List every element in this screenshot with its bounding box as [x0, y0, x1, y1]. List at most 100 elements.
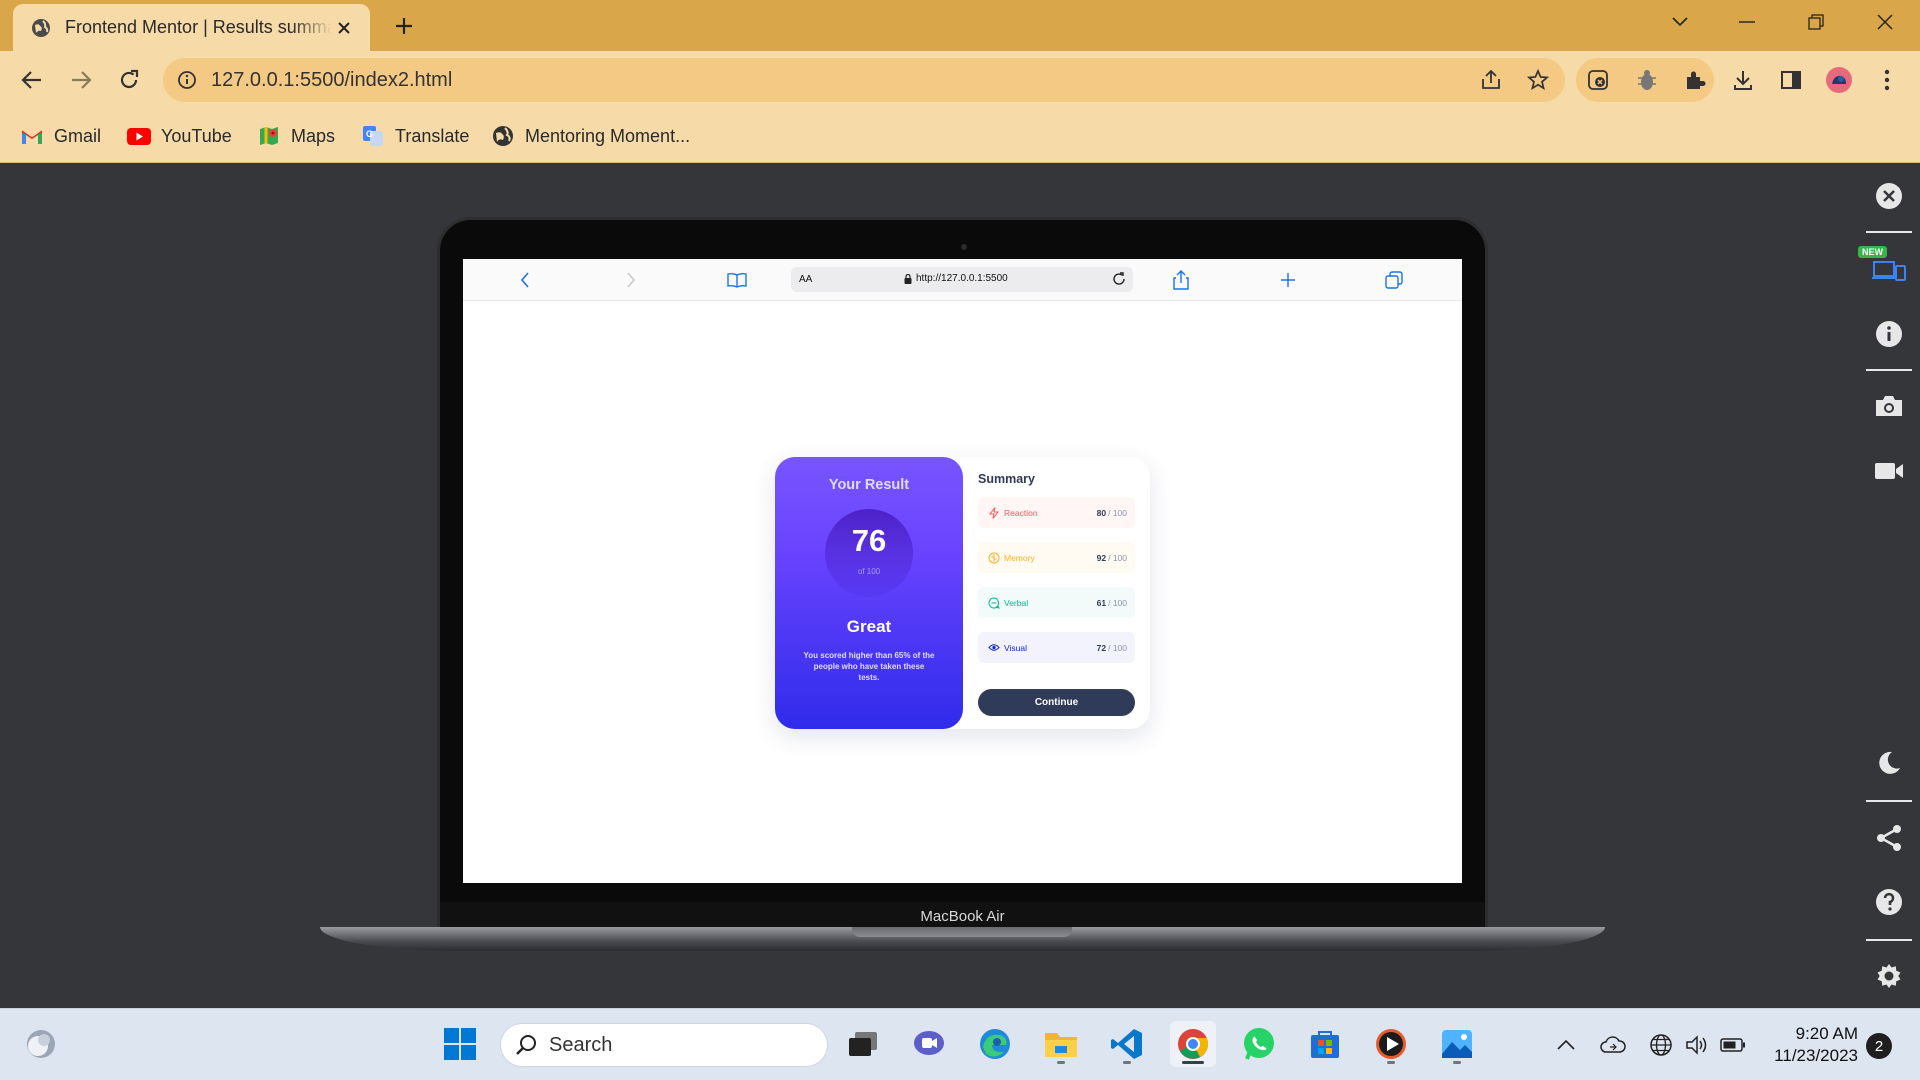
photos-icon[interactable] [1434, 1021, 1480, 1067]
bookmark-maps[interactable]: Maps [257, 123, 335, 149]
safari-forward-icon[interactable] [620, 269, 642, 291]
tab-search-chevron-icon[interactable] [1660, 8, 1700, 36]
taskbar-search[interactable]: Search [500, 1023, 828, 1067]
youtube-icon [127, 124, 151, 148]
verdict: Great [846, 617, 892, 636]
camera-icon[interactable] [1869, 386, 1909, 426]
reader-aa[interactable]: AA [799, 274, 812, 285]
result-panel: Your Result 76 of 100 Great You scored h… [775, 457, 963, 729]
file-explorer-icon[interactable] [1038, 1021, 1084, 1067]
edge-browser-icon[interactable] [972, 1021, 1018, 1067]
search-icon [516, 1035, 536, 1055]
tab-title: Frontend Mentor | Results summary compon… [65, 17, 332, 37]
downloads-icon[interactable] [1728, 65, 1758, 95]
taskbar: Search 9:20 AM 11/23/2023 2 [0, 1008, 1920, 1080]
device-label: MacBook Air [920, 907, 1005, 925]
bookmark-star-icon[interactable] [1523, 65, 1553, 95]
url-text: 127.0.0.1:5500/index2.html [211, 68, 453, 91]
browser-tab[interactable]: Frontend Mentor | Results summary compon… [13, 4, 370, 51]
score-of: of 100 [857, 567, 881, 576]
restore-button[interactable] [1796, 8, 1836, 36]
extension-blocker-icon[interactable] [1583, 65, 1613, 95]
bookmark-gmail[interactable]: Gmail [20, 123, 101, 149]
clock-date: 11/23/2023 [1774, 1046, 1858, 1065]
maps-icon [257, 124, 281, 148]
side-panel-icon[interactable] [1776, 65, 1806, 95]
close-viewer-icon[interactable] [1869, 176, 1909, 216]
info-icon[interactable] [1869, 314, 1909, 354]
translate-icon: G [361, 124, 385, 148]
media-player-icon[interactable] [1368, 1021, 1414, 1067]
windows-start-icon[interactable] [437, 1021, 483, 1067]
panel-divider [1866, 800, 1912, 802]
bookmark-mentoring[interactable]: Mentoring Moment... [491, 123, 690, 149]
new-tab-button[interactable] [390, 12, 418, 40]
devices-icon[interactable] [1869, 248, 1909, 288]
bookmark-label: Gmail [54, 125, 102, 146]
chrome-icon[interactable] [1170, 1021, 1216, 1067]
tab-strip: Frontend Mentor | Results summary compon… [0, 0, 1920, 51]
search-placeholder: Search [549, 1033, 613, 1056]
summary-value: 72 [1096, 642, 1107, 653]
summary-item-reaction: Reaction 80 / 100 [978, 497, 1135, 528]
minimize-button[interactable] [1727, 8, 1767, 36]
globe-icon [491, 124, 515, 148]
site-info-icon[interactable] [177, 70, 197, 90]
microsoft-store-icon[interactable] [1302, 1021, 1348, 1067]
safari-back-icon[interactable] [514, 269, 536, 291]
tray-overflow-chevron-icon[interactable] [1552, 1031, 1580, 1059]
reload-button[interactable] [112, 63, 146, 97]
bookmark-translate[interactable]: G Translate [361, 123, 469, 149]
volume-icon[interactable] [1683, 1031, 1711, 1059]
vscode-icon[interactable] [1104, 1021, 1150, 1067]
safari-reload-icon[interactable] [1111, 271, 1127, 287]
continue-button[interactable]: Continue [978, 689, 1135, 716]
help-icon[interactable] [1869, 882, 1909, 922]
forward-button[interactable] [64, 63, 98, 97]
network-globe-icon[interactable] [1647, 1031, 1675, 1059]
safari-url: http://127.0.0.1:5500 [904, 273, 1008, 284]
weather-widget-icon[interactable] [18, 1021, 64, 1067]
summary-max: / 100 [1108, 507, 1127, 518]
onedrive-cloud-icon[interactable] [1599, 1031, 1627, 1059]
teams-chat-icon[interactable] [906, 1021, 952, 1067]
address-bar[interactable]: 127.0.0.1:5500/index2.html [163, 58, 1565, 102]
safari-url-text: http://127.0.0.1:5500 [916, 273, 1008, 284]
extension-bug-icon[interactable] [1632, 65, 1662, 95]
safari-new-tab-icon[interactable] [1277, 269, 1299, 291]
bookmark-youtube[interactable]: YouTube [127, 123, 232, 149]
results-summary-card: Your Result 76 of 100 Great You scored h… [775, 457, 1150, 729]
share-icon[interactable] [1476, 65, 1506, 95]
close-tab-icon[interactable] [332, 16, 356, 40]
whatsapp-icon[interactable] [1236, 1021, 1282, 1067]
safari-tabs-icon[interactable] [1383, 269, 1405, 291]
chrome-menu-icon[interactable] [1872, 65, 1902, 95]
safari-bookmarks-icon[interactable] [726, 269, 748, 291]
system-clock[interactable]: 9:20 AM 11/23/2023 [1762, 1023, 1858, 1067]
summary-label: Visual [1004, 642, 1027, 653]
close-window-button[interactable] [1865, 8, 1905, 36]
task-view-icon[interactable] [840, 1021, 886, 1067]
summary-title: Summary [978, 472, 1035, 486]
video-camera-icon[interactable] [1869, 451, 1909, 491]
share-nodes-icon[interactable] [1869, 818, 1909, 858]
laptop-notch [852, 927, 1072, 937]
summary-max: / 100 [1108, 642, 1127, 653]
notification-badge[interactable]: 2 [1866, 1033, 1892, 1059]
safari-address-bar[interactable]: AA http://127.0.0.1:5500 [791, 267, 1133, 292]
dark-mode-moon-icon[interactable] [1869, 743, 1909, 783]
safari-share-icon[interactable] [1170, 269, 1192, 291]
summary-item-verbal: Verbal 61 / 100 [978, 587, 1135, 618]
result-description: You scored higher than 65% of the people… [803, 651, 935, 682]
bookmark-label: Mentoring Moment... [525, 125, 691, 146]
camera-dot [961, 244, 967, 250]
chat-icon [987, 596, 1001, 610]
svg-text:G: G [366, 129, 373, 139]
gmail-icon [20, 124, 44, 148]
extensions-puzzle-icon[interactable] [1680, 65, 1710, 95]
battery-icon[interactable] [1719, 1031, 1747, 1059]
settings-gear-icon[interactable] [1869, 956, 1909, 996]
profile-avatar-icon[interactable] [1824, 65, 1854, 95]
back-button[interactable] [15, 63, 49, 97]
browser-toolbar: 127.0.0.1:5500/index2.html [0, 51, 1920, 109]
